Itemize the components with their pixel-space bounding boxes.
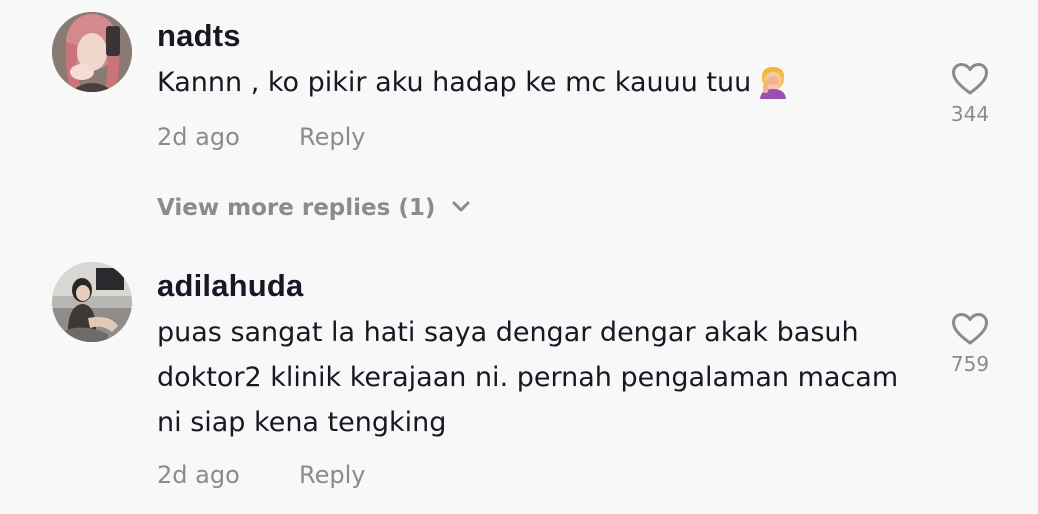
like-count: 344 [950, 102, 990, 126]
chevron-down-icon [452, 201, 470, 211]
comment-username[interactable]: nadts [157, 20, 241, 51]
woman-facepalming-emoji [760, 66, 787, 99]
view-more-replies-button[interactable]: View more replies (1) [157, 197, 471, 220]
like-button[interactable]: 344 [938, 62, 1002, 124]
like-count: 759 [950, 352, 990, 376]
comment-time: 2d ago [157, 461, 240, 489]
comment-time: 2d ago [157, 123, 240, 151]
comment-meta: 2d ago Reply [157, 461, 365, 489]
comment-meta: 2d ago Reply [157, 123, 365, 151]
comment-text-content: Kannn , ko pikir aku hadap ke mc kauuu t… [157, 67, 752, 98]
comment-username[interactable]: adilahuda [157, 270, 304, 301]
reply-button[interactable]: Reply [299, 463, 365, 487]
like-button[interactable]: 759 [938, 312, 1002, 374]
avatar[interactable] [52, 262, 132, 342]
comment-text: Kannn , ko pikir aku hadap ke mc kauuu t… [157, 60, 927, 105]
heart-outline-icon [952, 313, 988, 345]
view-more-replies-label: View more replies (1) [157, 195, 436, 221]
avatar[interactable] [52, 12, 132, 92]
heart-outline-icon [952, 63, 988, 95]
reply-button[interactable]: Reply [299, 125, 365, 149]
comment-text: puas sangat la hati saya dengar dengar a… [157, 317, 899, 438]
